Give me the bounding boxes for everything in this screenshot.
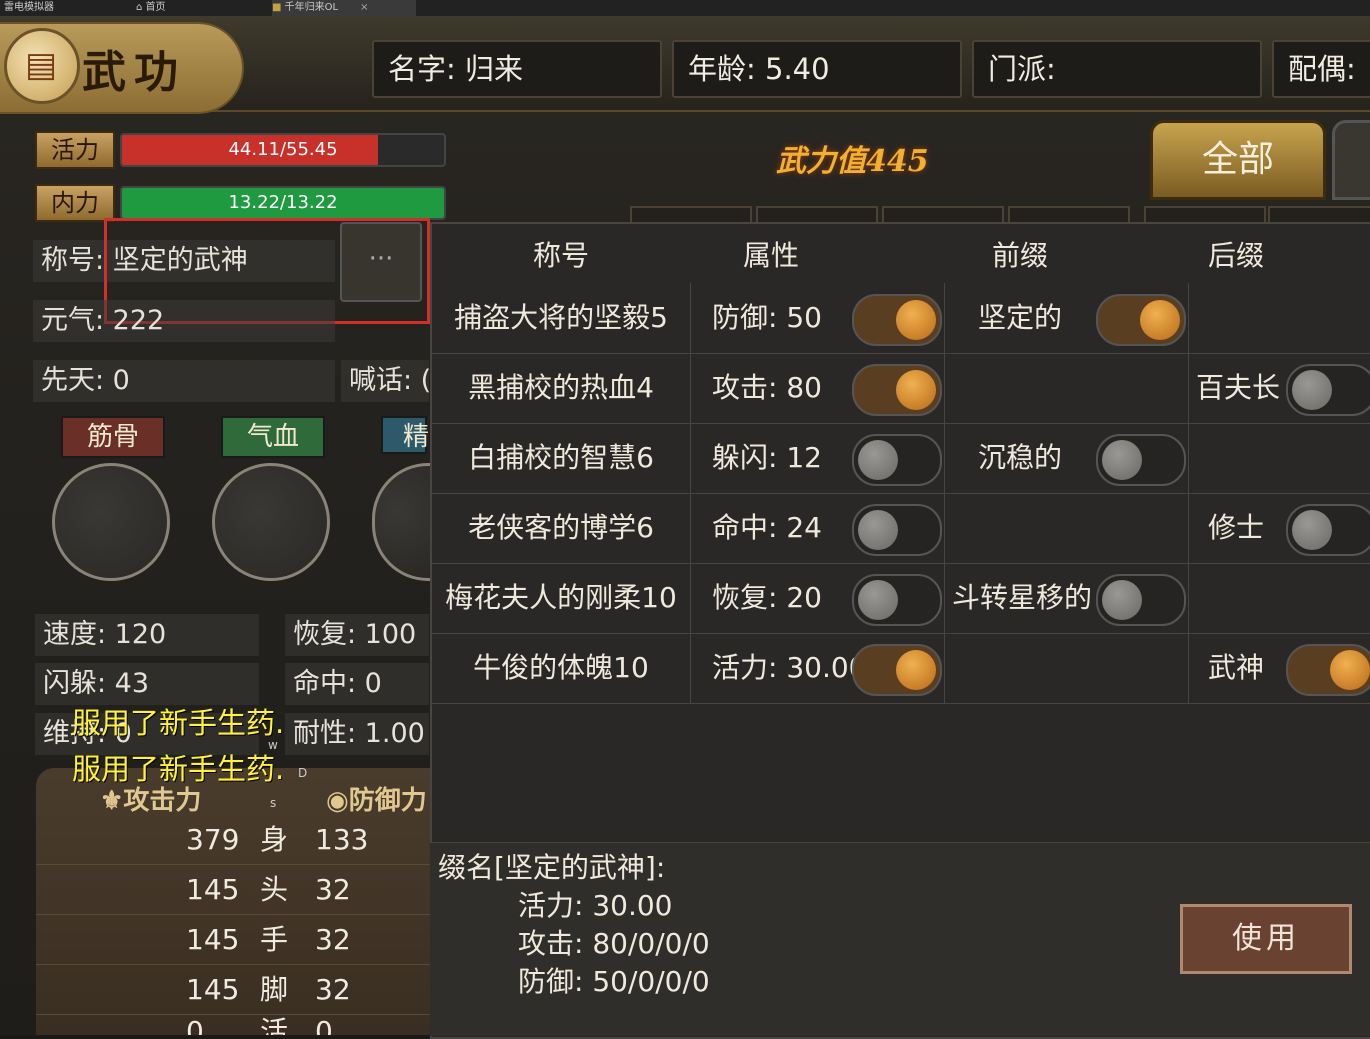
title-title-text: 黑捕校的热血4 xyxy=(468,371,654,404)
title-prefix-cell xyxy=(944,633,1189,704)
title-title-cell[interactable]: 黑捕校的热血4 xyxy=(432,353,691,424)
toggle-knob xyxy=(896,370,936,410)
title-attr-text: 躲闪: 12 xyxy=(712,441,822,474)
title-prefix-text: 沉稳的 xyxy=(978,441,1063,474)
toggle-knob xyxy=(1292,370,1332,410)
title-title-cell[interactable]: 老侠客的博学6 xyxy=(432,493,691,564)
toggle-knob xyxy=(858,510,898,550)
title-attr-text: 活力: 30.00 xyxy=(712,651,867,684)
attr-toggle[interactable] xyxy=(852,364,942,416)
attr-toggle[interactable] xyxy=(852,434,942,486)
prefix-toggle[interactable] xyxy=(1096,294,1186,346)
title-title-text: 老侠客的博学6 xyxy=(468,511,654,544)
toggle-knob xyxy=(1292,510,1332,550)
title-title-text: 捕盗大将的坚毅5 xyxy=(454,301,668,334)
title-attr-text: 命中: 24 xyxy=(712,511,822,544)
title-suffix-cell xyxy=(1188,423,1370,494)
title-prefix-text: 坚定的 xyxy=(978,301,1063,334)
attr-toggle[interactable] xyxy=(852,504,942,556)
attr-toggle[interactable] xyxy=(852,644,942,696)
toggle-knob xyxy=(858,580,898,620)
title-title-cell[interactable]: 梅花夫人的刚柔10 xyxy=(432,563,691,634)
title-suffix-text: 百夫长 xyxy=(1196,371,1281,404)
suffix-toggle[interactable] xyxy=(1286,504,1370,556)
description-title: 缀名[坚定的武神]: xyxy=(438,851,666,884)
title-prefix-cell xyxy=(944,353,1189,424)
title-title-text: 牛俊的体魄10 xyxy=(473,651,649,684)
toggle-knob xyxy=(1102,580,1142,620)
title-title-cell[interactable]: 白捕校的智慧6 xyxy=(432,423,691,494)
toggle-knob xyxy=(1140,300,1180,340)
prefix-toggle[interactable] xyxy=(1096,574,1186,626)
prefix-toggle[interactable] xyxy=(1096,434,1186,486)
title-suffix-cell xyxy=(1188,283,1370,354)
attr-toggle[interactable] xyxy=(852,294,942,346)
suffix-toggle[interactable] xyxy=(1286,364,1370,416)
description-line: 攻击: 80/0/0/0 xyxy=(518,927,710,960)
suffix-toggle[interactable] xyxy=(1286,644,1370,696)
title-attr-text: 防御: 50 xyxy=(712,301,822,334)
title-title-cell[interactable]: 牛俊的体魄10 xyxy=(432,633,691,704)
toggle-knob xyxy=(1330,650,1370,690)
toggle-knob xyxy=(896,650,936,690)
toggle-knob xyxy=(858,440,898,480)
title-title-cell[interactable]: 捕盗大将的坚毅5 xyxy=(432,283,691,354)
attr-toggle[interactable] xyxy=(852,574,942,626)
use-button[interactable]: 使用 xyxy=(1180,904,1352,974)
title-suffix-text: 修士 xyxy=(1208,511,1265,544)
description-line: 活力: 30.00 xyxy=(518,889,673,922)
title-attr-text: 攻击: 80 xyxy=(712,371,822,404)
toggle-knob xyxy=(896,300,936,340)
title-suffix-cell xyxy=(1188,563,1370,634)
title-prefix-cell xyxy=(944,493,1189,564)
title-title-text: 白捕校的智慧6 xyxy=(468,441,654,474)
title-suffix-text: 武神 xyxy=(1208,651,1265,684)
title-attr-text: 恢复: 20 xyxy=(712,581,822,614)
description-line: 防御: 50/0/0/0 xyxy=(518,965,710,998)
toggle-knob xyxy=(1102,440,1142,480)
title-title-text: 梅花夫人的刚柔10 xyxy=(445,581,677,614)
title-prefix-text: 斗转星移的 xyxy=(952,581,1093,614)
